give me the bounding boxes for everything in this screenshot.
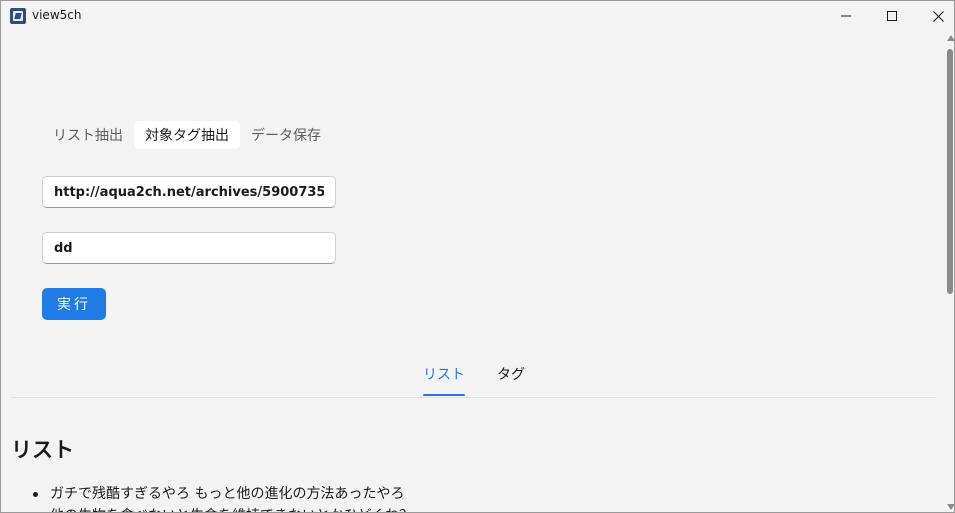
mode-tabs: リスト抽出 対象タグ抽出 データ保存 <box>42 120 332 150</box>
tab-target-tag-extract[interactable]: 対象タグ抽出 <box>134 121 240 149</box>
tab-list[interactable]: リスト <box>423 364 465 384</box>
tab-list-extract[interactable]: リスト抽出 <box>42 121 134 149</box>
list-item: ガチで残酷すぎるやろ もっと他の進化の方法あったやろ <box>31 483 931 505</box>
maximize-icon <box>887 11 897 21</box>
scroll-thumb[interactable] <box>947 49 953 294</box>
view-tabs: リスト タグ <box>1 359 945 397</box>
tab-tag[interactable]: タグ <box>497 364 525 384</box>
tab-data-save[interactable]: データ保存 <box>240 121 332 149</box>
maximize-button[interactable] <box>869 1 915 31</box>
tab-divider <box>11 397 936 398</box>
minimize-icon <box>841 15 851 17</box>
tag-input[interactable] <box>42 232 336 264</box>
window-title: view5ch <box>32 8 82 22</box>
app-window: view5ch リスト抽出 対象タグ抽出 データ保存 実行 <box>0 0 955 513</box>
app-icon <box>10 8 26 24</box>
minimize-button[interactable] <box>823 1 869 31</box>
close-button[interactable] <box>915 1 954 31</box>
section-heading: リスト <box>11 438 74 462</box>
title-bar[interactable]: view5ch <box>1 1 954 31</box>
result-list: ガチで残酷すぎるやろ もっと他の進化の方法あったやろ 他の生物を食べないと生命を… <box>31 483 931 512</box>
url-input[interactable] <box>42 176 336 208</box>
run-button[interactable]: 実行 <box>42 288 106 320</box>
main-content: リスト抽出 対象タグ抽出 データ保存 実行 リスト タグ リスト ガチで残酷すぎ… <box>1 31 945 512</box>
active-tab-indicator <box>423 394 465 396</box>
scroll-down-arrow-icon[interactable] <box>947 504 954 510</box>
scroll-up-arrow-icon[interactable] <box>947 35 954 41</box>
close-icon <box>932 10 944 22</box>
vertical-scrollbar[interactable] <box>945 31 954 512</box>
list-item: 他の生物を食べないと生命を維持できないとかひどくね？ <box>31 505 931 512</box>
